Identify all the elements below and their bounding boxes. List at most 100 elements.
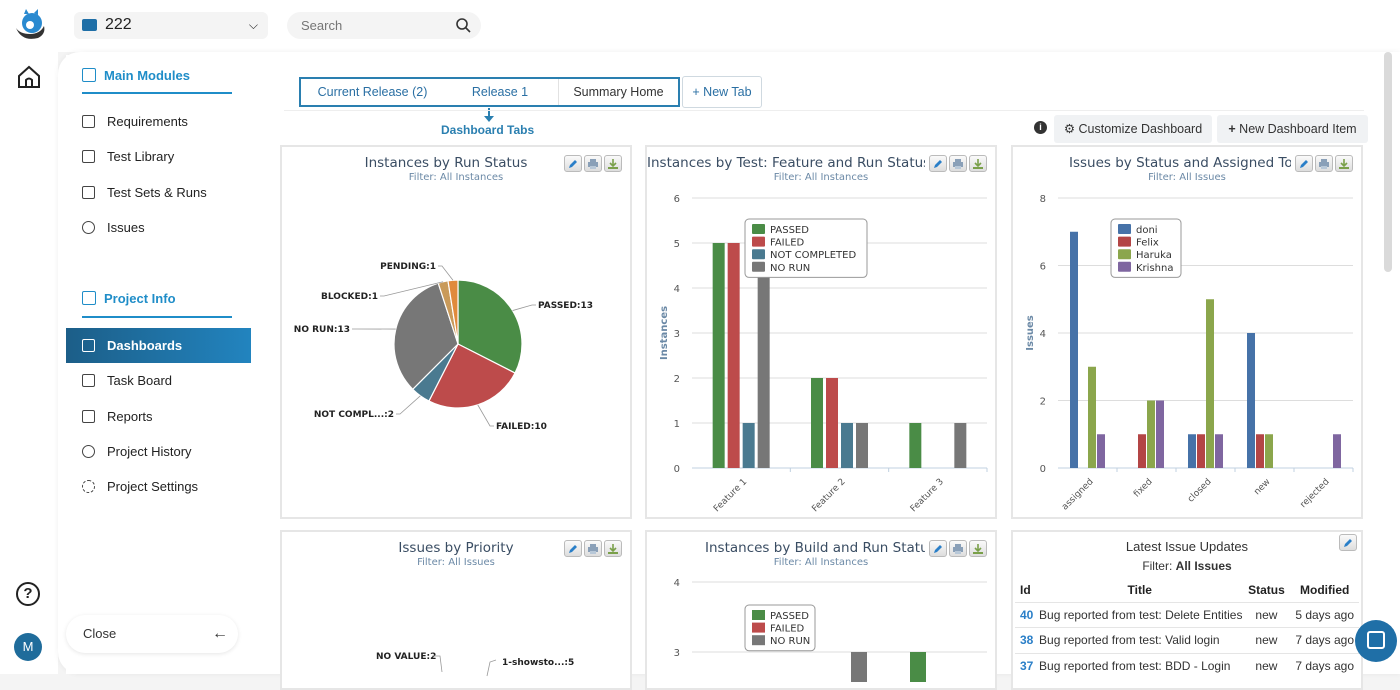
sidebar-item-project-settings[interactable]: Project Settings <box>66 469 251 504</box>
sidebar-item-test-sets-runs[interactable]: Test Sets & Runs <box>66 175 251 210</box>
col-title[interactable]: Title <box>1037 578 1242 602</box>
legend-label[interactable]: Haruka <box>1136 250 1172 261</box>
print-button[interactable] <box>949 155 967 172</box>
legend-label[interactable]: FAILED <box>770 238 805 249</box>
sidebar-item-issues[interactable]: Issues <box>66 210 251 245</box>
download-button[interactable] <box>1335 155 1353 172</box>
bar-no-run[interactable] <box>954 423 966 468</box>
bar-failed[interactable] <box>728 243 740 468</box>
help-icon[interactable]: ? <box>16 582 40 606</box>
col-status[interactable]: Status <box>1242 578 1290 602</box>
bar-krishna[interactable] <box>1333 434 1341 468</box>
bar-krishna[interactable] <box>1215 434 1223 468</box>
bar-no-run[interactable] <box>856 423 868 468</box>
print-button[interactable] <box>949 540 967 557</box>
x-tick-label: assigned <box>1060 477 1095 512</box>
info-icon[interactable]: i <box>1034 121 1047 134</box>
search-input[interactable] <box>301 16 451 35</box>
tab-summary-home[interactable]: Summary Home <box>558 79 678 105</box>
legend-label[interactable]: NO RUN <box>770 263 810 274</box>
legend-label[interactable]: FAILED <box>770 624 805 635</box>
new-tab-button[interactable]: + New Tab <box>682 76 762 108</box>
table-row[interactable]: 40Bug reported from test: Delete Entitie… <box>1015 602 1359 628</box>
issue-title: Bug reported from test: BDD - Login <box>1037 653 1242 679</box>
requirements-icon <box>82 115 95 128</box>
panel-feature-run: Instances by Test: Feature and Run Statu… <box>645 145 997 519</box>
bar-haruka[interactable] <box>1088 367 1096 468</box>
bar-passed[interactable] <box>811 378 823 468</box>
legend-label[interactable]: Felix <box>1136 238 1159 249</box>
y-tick-label: 6 <box>674 194 680 205</box>
bar-passed[interactable] <box>713 243 725 468</box>
gear-icon: ⚙ <box>1064 122 1079 136</box>
legend-swatch <box>752 623 765 633</box>
tab-current-release[interactable]: Current Release (2) <box>301 79 444 105</box>
sidebar-item-project-history[interactable]: Project History <box>66 434 251 469</box>
new-dashboard-item-button[interactable]: + New Dashboard Item <box>1217 115 1368 143</box>
bar-haruka[interactable] <box>1265 434 1273 468</box>
print-button[interactable] <box>1315 155 1333 172</box>
close-sidebar-button[interactable]: Close← <box>66 615 238 653</box>
bar-not-completed[interactable] <box>743 423 755 468</box>
bar-krishna[interactable] <box>1156 401 1164 469</box>
app-logo-icon[interactable] <box>10 8 48 42</box>
scrollbar[interactable] <box>1384 52 1392 272</box>
sidebar-item-label: Reports <box>107 409 153 424</box>
col-id[interactable]: Id <box>1015 578 1037 602</box>
legend-label[interactable]: PASSED <box>770 225 809 236</box>
bar-failed[interactable] <box>826 378 838 468</box>
edit-button[interactable] <box>929 540 947 557</box>
chat-launcher-button[interactable] <box>1355 620 1397 662</box>
bar-no-run[interactable] <box>851 652 867 682</box>
bar-chart: 02468Issuesassignedfixedclosednewrejecte… <box>1013 147 1361 517</box>
edit-button[interactable] <box>1295 155 1313 172</box>
issue-id-link[interactable]: 40 <box>1015 602 1037 628</box>
pie-label: BLOCKED:1 <box>321 292 378 302</box>
edit-button[interactable] <box>929 155 947 172</box>
home-icon[interactable] <box>16 64 42 90</box>
bar-felix[interactable] <box>1197 434 1205 468</box>
customize-dashboard-button[interactable]: ⚙ Customize Dashboard <box>1054 115 1212 143</box>
download-button[interactable] <box>969 540 987 557</box>
sidebar-item-reports[interactable]: Reports <box>66 399 251 434</box>
download-button[interactable] <box>969 155 987 172</box>
sidebar-item-test-library[interactable]: Test Library <box>66 139 251 174</box>
bar-doni[interactable] <box>1188 434 1196 468</box>
bar-felix[interactable] <box>1138 434 1146 468</box>
bar-haruka[interactable] <box>1147 401 1155 469</box>
legend-label[interactable]: NO RUN <box>770 636 810 647</box>
bar-doni[interactable] <box>1247 333 1255 468</box>
search-icon[interactable] <box>455 17 471 33</box>
bar-krishna[interactable] <box>1097 434 1105 468</box>
sidebar-item-task-board[interactable]: Task Board <box>66 363 251 398</box>
legend-label[interactable]: NOT COMPLETED <box>770 250 856 261</box>
bar-not-completed[interactable] <box>841 423 853 468</box>
project-selector[interactable]: 222 ⌵ <box>74 12 268 39</box>
legend-label[interactable]: PASSED <box>770 611 809 622</box>
divider <box>284 110 1364 111</box>
legend-label[interactable]: Krishna <box>1136 263 1173 274</box>
sidebar-item-dashboards[interactable]: Dashboards <box>66 328 251 363</box>
issue-id-link[interactable]: 37 <box>1015 653 1037 679</box>
bar-passed[interactable] <box>910 652 926 682</box>
edit-button[interactable] <box>1339 534 1357 551</box>
sidebar-item-label: Test Library <box>107 149 174 164</box>
sidebar-item-requirements[interactable]: Requirements <box>66 104 251 139</box>
issue-id-link[interactable]: 38 <box>1015 628 1037 654</box>
table-row[interactable]: 37Bug reported from test: BDD - Loginnew… <box>1015 653 1359 679</box>
panel-issues-status: Issues by Status and Assigned To Filter:… <box>1011 145 1363 519</box>
legend-label[interactable]: doni <box>1136 225 1158 236</box>
col-modified[interactable]: Modified <box>1290 578 1359 602</box>
tab-release-1[interactable]: Release 1 <box>444 79 556 105</box>
bar-doni[interactable] <box>1070 232 1078 468</box>
y-tick-label: 4 <box>674 284 680 295</box>
pie-label: NOT COMPL...:2 <box>314 410 394 420</box>
bar-haruka[interactable] <box>1206 299 1214 468</box>
bar-felix[interactable] <box>1256 434 1264 468</box>
table-row[interactable]: 38Bug reported from test: Valid loginnew… <box>1015 628 1359 654</box>
annotation-arrowhead <box>484 116 494 122</box>
user-avatar[interactable]: M <box>14 633 42 661</box>
bar-passed[interactable] <box>909 423 921 468</box>
label-connector <box>513 305 536 311</box>
bug-icon <box>82 221 95 234</box>
